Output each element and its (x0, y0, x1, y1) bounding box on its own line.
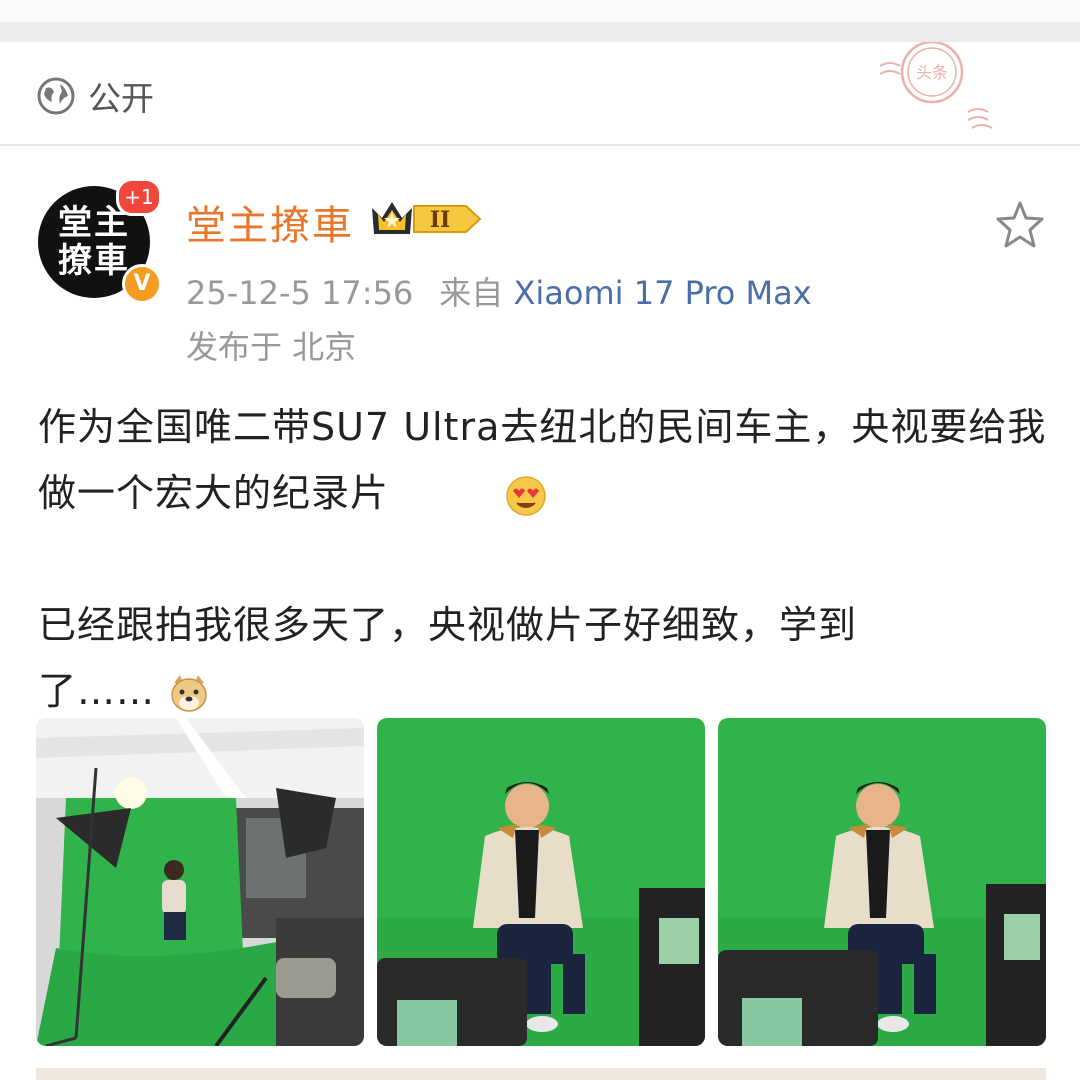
crown-member-badge-icon[interactable]: II (370, 198, 482, 240)
author-name[interactable]: 堂主撩車 (186, 193, 354, 251)
post-paragraph-1: 作为全国唯二带SU7 Ultra去纽北的民间车主，央视要给我做一个宏大的纪录片 (38, 394, 1058, 526)
interview-photo-2 (718, 718, 1046, 1046)
visibility-label: 公开 (88, 79, 154, 118)
interview-photo-1 (377, 718, 705, 1046)
verified-badge-icon: V (122, 264, 162, 304)
studio-wide-photo (36, 718, 364, 1046)
top-edge (0, 0, 1080, 22)
notification-badge: +1 (116, 178, 162, 216)
favorite-star-icon[interactable] (994, 200, 1046, 250)
watermark-stamp: 头条 (880, 42, 993, 129)
next-content-peek (36, 1068, 1046, 1080)
paragraph-2-text: 已经跟拍我很多天了，央视做片子好细致，学到了…… (38, 603, 858, 713)
watermark-text: 头条 (916, 63, 948, 82)
post-location: 发布于 北京 (186, 328, 357, 366)
member-level-text: II (430, 207, 451, 233)
source-prefix: 来自 (439, 274, 504, 312)
weibo-post-page: 公开 头条 堂主撩車 +1 V 堂主撩車 II 25-12-5 17:56 来自 … (0, 0, 1080, 1080)
photo-studio-wide[interactable] (36, 718, 364, 1046)
heart-eyes-emoji-icon (506, 475, 546, 516)
globe-icon (37, 77, 75, 115)
visibility-bar[interactable]: 公开 头条 (0, 42, 1080, 146)
photo-interview-1[interactable] (377, 718, 705, 1046)
avatar-calligraphy: 堂主撩車 (58, 203, 130, 281)
post-body: 作为全国唯二带SU7 Ultra去纽北的民间车主，央视要给我做一个宏大的纪录片 … (38, 394, 1058, 724)
doge-emoji-icon (171, 674, 207, 712)
post-meta: 25-12-5 17:56 来自 Xiaomi 17 Pro Max (186, 268, 812, 314)
device-link[interactable]: Xiaomi 17 Pro Max (513, 274, 811, 312)
photo-grid (36, 718, 1046, 1046)
post-paragraph-2: 已经跟拍我很多天了，央视做片子好细致，学到了…… (38, 592, 968, 724)
post-time: 25-12-5 17:56 (186, 274, 414, 312)
author-avatar[interactable]: 堂主撩車 +1 V (38, 178, 162, 304)
photo-interview-2[interactable] (718, 718, 1046, 1046)
